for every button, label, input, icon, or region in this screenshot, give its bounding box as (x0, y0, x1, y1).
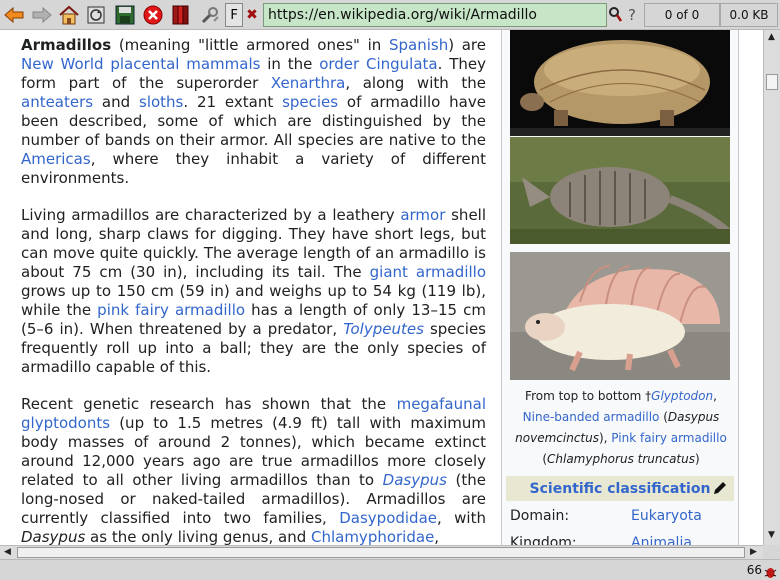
scroll-down-icon[interactable]: ▼ (768, 530, 775, 540)
home-icon[interactable] (57, 3, 81, 27)
text: . 21 extant (183, 93, 283, 111)
link-sloths[interactable]: sloths (139, 93, 183, 111)
infobox-caption: From top to bottom †Glyptodon, Nine-band… (506, 386, 736, 470)
text: and (93, 93, 139, 111)
edit-pencil-icon[interactable] (712, 480, 728, 500)
zoom-level: 66 (746, 563, 762, 577)
infobox: From top to bottom †Glyptodon, Nine-band… (501, 30, 739, 545)
link-spanish[interactable]: Spanish (389, 36, 448, 54)
link-order[interactable]: order (319, 55, 359, 73)
browser-toolbar: F ✖ https://en.wikipedia.org/wiki/Armadi… (0, 0, 780, 30)
text: ( (659, 410, 668, 424)
text: Living armadillos are characterized by a… (21, 206, 401, 224)
link-new-world[interactable]: New World (21, 55, 104, 73)
web-page: Armadillos (meaning "little armored ones… (0, 30, 763, 545)
link-xenarthra[interactable]: Xenarthra (271, 74, 345, 92)
reload-icon[interactable] (84, 3, 108, 27)
bug-icon[interactable] (764, 564, 777, 580)
text: ), (598, 431, 612, 445)
pink-fairy-armadillo-image[interactable] (510, 252, 730, 380)
text: (meaning "little armored ones" in (111, 36, 389, 54)
svg-text:?: ? (628, 6, 636, 24)
horizontal-scrollbar[interactable]: ◀ ▶ (0, 545, 763, 559)
link-armor[interactable]: armor (400, 206, 445, 224)
help-icon[interactable]: ? (624, 3, 642, 27)
paragraph-1: Armadillos (meaning "little armored ones… (21, 36, 486, 188)
link-cingulata[interactable]: Cingulata (366, 55, 438, 73)
text: Recent genetic research has shown that t… (21, 395, 397, 413)
bookmarks-icon[interactable] (169, 3, 193, 27)
link-tolypeutes[interactable]: Tolypeutes (343, 320, 424, 338)
glyptodon-image[interactable] (510, 30, 730, 136)
scientific-classification-header[interactable]: Scientific classification (506, 476, 734, 501)
forward-icon[interactable] (30, 3, 54, 27)
link-glyptodon[interactable]: Glyptodon (651, 389, 713, 403)
status-bar: 66 (0, 559, 780, 580)
text (359, 55, 366, 73)
link-nine-banded-armadillo[interactable]: Nine-banded armadillo (523, 410, 660, 424)
text: ) are (448, 36, 486, 54)
article-body: Armadillos (meaning "little armored ones… (21, 36, 486, 545)
text: in the (260, 55, 320, 73)
stop-icon[interactable] (141, 3, 165, 27)
paragraph-3: Recent genetic research has shown that t… (21, 395, 486, 545)
link-pink-fairy[interactable]: Pink fairy armadillo (611, 431, 727, 445)
text: , with (437, 509, 486, 527)
url-field[interactable]: https://en.wikipedia.org/wiki/Armadillo (263, 3, 607, 27)
close-find-icon[interactable]: ✖ (243, 3, 261, 27)
kingdom-value-link[interactable]: Animalia (631, 535, 692, 545)
link-placental-mammals[interactable]: placental mammals (110, 55, 260, 73)
kingdom-label: Kingdom: (510, 535, 577, 545)
paragraph-2: Living armadillos are characterized by a… (21, 206, 486, 377)
link-anteaters[interactable]: anteaters (21, 93, 93, 111)
link-pink-fairy-armadillo[interactable]: pink fairy armadillo (97, 301, 245, 319)
font-button[interactable]: F (225, 3, 243, 27)
text: , where they inhabit a variety of differ… (21, 150, 486, 187)
text: ) (695, 452, 700, 466)
text: , (434, 528, 440, 545)
link-americas[interactable]: Americas (21, 150, 91, 168)
download-size: 0.0 KB (720, 3, 778, 27)
sci-class-label: Scientific classification (529, 480, 711, 497)
chlamyphorus-text: Chlamyphorus truncatus (547, 452, 695, 466)
text: as the only living genus, and (85, 528, 311, 545)
vertical-scrollbar[interactable]: ▲ ▼ (763, 30, 780, 545)
link-megafaunal[interactable]: megafaunal (397, 395, 486, 413)
horizontal-scroll-thumb[interactable] (17, 547, 745, 558)
dasypus-text: Dasypus (21, 528, 86, 545)
vertical-scroll-thumb[interactable] (766, 74, 778, 90)
link-species[interactable]: species (282, 93, 338, 111)
scroll-right-icon[interactable]: ▶ (750, 547, 757, 557)
scroll-up-icon[interactable]: ▲ (768, 32, 775, 42)
close-find-label: ✖ (246, 7, 258, 23)
nine-banded-armadillo-image[interactable] (510, 137, 731, 244)
search-icon[interactable] (607, 3, 623, 27)
link-glyptodonts[interactable]: glyptodonts (21, 414, 110, 432)
article-title-term: Armadillos (21, 36, 112, 54)
link-chlamyphoridae[interactable]: Chlamyphoridae (311, 528, 434, 545)
match-count: 0 of 0 (644, 3, 720, 27)
link-dasypodidae[interactable]: Dasypodidae (339, 509, 437, 527)
settings-icon[interactable] (198, 3, 222, 27)
save-icon[interactable] (113, 3, 137, 27)
text: From top to bottom † (525, 389, 652, 403)
link-giant-armadillo[interactable]: giant armadillo (370, 263, 486, 281)
text: , (713, 389, 717, 403)
text: , along with the (345, 74, 486, 92)
scroll-left-icon[interactable]: ◀ (4, 547, 11, 557)
link-dasypus[interactable]: Dasypus (383, 471, 447, 489)
back-icon[interactable] (2, 3, 26, 27)
domain-value-link[interactable]: Eukaryota (631, 508, 702, 524)
domain-label: Domain: (510, 508, 570, 524)
